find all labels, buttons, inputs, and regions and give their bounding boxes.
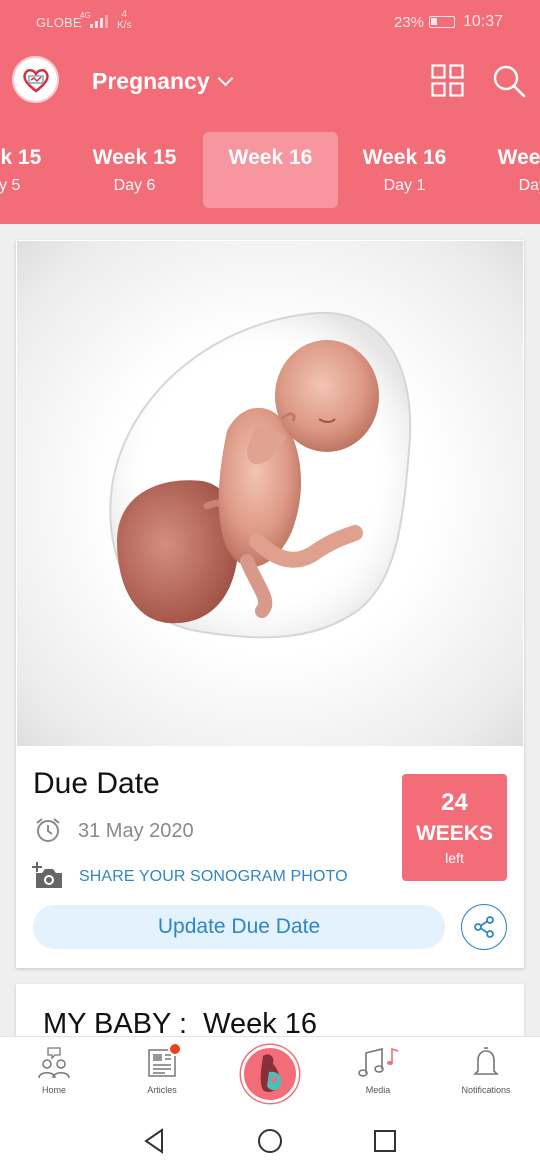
nav-home[interactable]: Home [14,1045,94,1095]
share-sonogram-link[interactable]: SHARE YOUR SONOGRAM PHOTO [79,868,348,886]
share-button[interactable] [461,904,507,950]
community-icon [38,1047,70,1079]
week-tab-day: Day 1 [383,177,426,194]
clock-time: 10:37 [463,13,504,30]
back-triangle-icon[interactable] [140,1126,170,1156]
battery-percent: 23% [394,14,425,31]
search-icon[interactable] [492,64,526,98]
pregnant-woman-icon [260,1054,282,1092]
week-tab-week: Week 16 [228,146,313,169]
nav-pregnancy-center-button[interactable] [241,1045,299,1103]
week-tab[interactable]: Week 15 Day 6 [67,132,202,208]
weeks-left-badge: 24 WEEKS left [402,774,507,881]
chevron-down-icon [217,70,233,87]
speed-value: 4 [121,9,127,20]
nav-articles-label: Articles [147,1085,177,1095]
due-date-title: Due Date [33,767,160,800]
week-tab-day: Day 5 [0,177,21,194]
week-tab-day: Day 6 [113,177,156,194]
weeks-left-unit: WEEKS [415,822,493,845]
nav-notifications-label: Notifications [461,1085,511,1095]
grid-icon[interactable] [431,64,464,97]
notification-dot [168,1042,182,1056]
week-tab-week: Week 15 [0,146,42,169]
nav-articles[interactable]: Articles [122,1045,202,1095]
fetus-illustration [17,241,523,746]
share-icon [474,916,494,938]
add-photo-camera-icon[interactable] [32,860,64,890]
home-circle-icon[interactable] [255,1126,285,1156]
app-logo-avatar[interactable] [12,56,59,103]
week-tab-week: Week 15 [92,146,177,169]
due-date-value: 31 May 2020 [78,820,194,842]
week-tab[interactable]: Week 16 Day 2 [472,132,540,208]
recents-square-icon[interactable] [370,1126,400,1156]
app-title-label: Pregnancy [92,68,210,94]
nav-media-label: Media [365,1085,391,1095]
speed-unit: K/s [117,20,132,31]
weeks-left-suffix: left [445,850,464,866]
bottom-navigation: Home Articles Media Notifications [0,1036,540,1112]
system-navigation-bar [0,1112,540,1170]
battery-icon [429,16,455,28]
week-tab-week: Week 16 [497,146,540,169]
week-tab-current[interactable]: Week 16 [203,132,338,208]
weeks-left-number: 24 [441,789,468,816]
bell-icon [473,1047,499,1075]
network-speed: 4 K/s [117,9,131,31]
fetus-image [109,311,412,639]
week-selector[interactable]: Week 15 Day 5 Week 15 Day 6 Week 16 Week… [0,126,540,224]
music-notes-icon [358,1047,399,1077]
update-due-date-button[interactable]: Update Due Date [33,905,445,949]
heart-logo-icon [22,68,49,93]
week-tab[interactable]: Week 16 Day 1 [337,132,472,208]
week-tab-day: Day 2 [518,177,540,194]
alarm-clock-icon [36,818,60,842]
nav-media[interactable]: Media [338,1045,418,1095]
app-header: Pregnancy [0,44,540,126]
week-tab-week: Week 16 [362,146,447,169]
carrier-label: GLOBE [36,15,82,30]
signal-icon [90,14,108,28]
week-tab[interactable]: Week 15 Day 5 [0,132,67,208]
due-date-card: Due Date 31 May 2020 SHARE YOUR SONOGRAM… [16,240,524,968]
nav-home-label: Home [41,1085,66,1095]
status-bar: GLOBE 4G 4 K/s 23% 10:37 [0,0,540,44]
pregnancy-dropdown[interactable]: Pregnancy [92,68,233,95]
my-baby-card[interactable]: MY BABY : Week 16 [16,984,524,1044]
nav-notifications[interactable]: Notifications [446,1045,526,1095]
